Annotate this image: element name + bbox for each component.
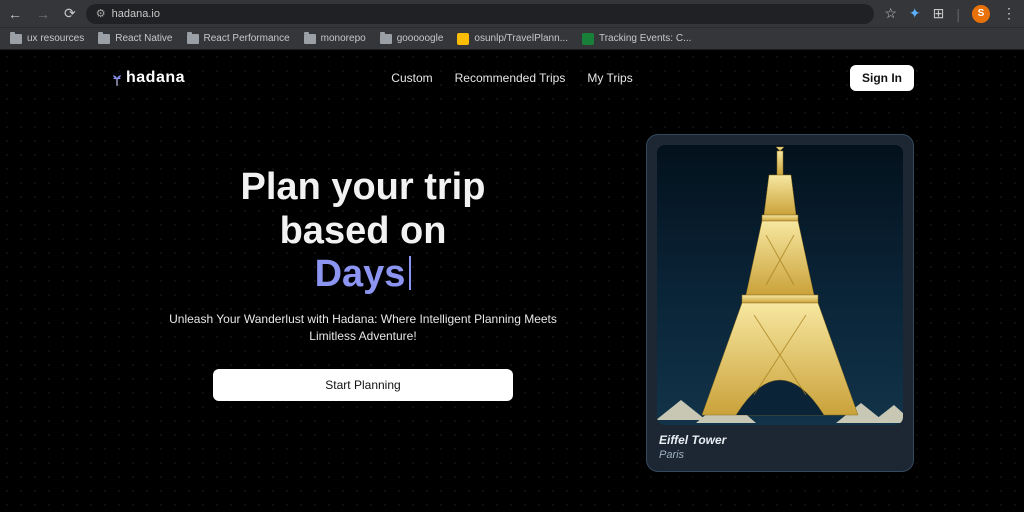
main-nav: Custom Recommended Trips My Trips bbox=[391, 71, 632, 85]
sign-in-button[interactable]: Sign In bbox=[850, 65, 914, 91]
bookmark-label: monorepo bbox=[321, 33, 366, 44]
nav-my-trips[interactable]: My Trips bbox=[587, 71, 632, 85]
bookmark-label: Tracking Events: C... bbox=[599, 33, 691, 44]
bookmark-label: ux resources bbox=[27, 33, 84, 44]
bookmark-item[interactable]: React Performance bbox=[187, 33, 290, 44]
favicon-icon bbox=[582, 33, 594, 45]
folder-icon bbox=[187, 34, 199, 44]
profile-avatar[interactable]: S bbox=[972, 5, 990, 23]
destination-city: Paris bbox=[659, 449, 901, 461]
destination-photo bbox=[657, 145, 903, 425]
hero-title-accent: Days bbox=[315, 253, 406, 297]
site-settings-icon[interactable]: ⚙ bbox=[96, 7, 106, 20]
bookmark-item[interactable]: Tracking Events: C... bbox=[582, 33, 691, 45]
hero-copy: Plan your trip based on Days Unleash You… bbox=[110, 126, 616, 472]
folder-icon bbox=[304, 34, 316, 44]
address-bar[interactable]: ⚙ hadana.io bbox=[86, 4, 875, 24]
nav-custom[interactable]: Custom bbox=[391, 71, 432, 85]
bookmark-star-icon[interactable]: ☆ bbox=[884, 5, 897, 22]
folder-icon bbox=[380, 34, 392, 44]
reload-icon[interactable]: ⟳ bbox=[64, 5, 76, 22]
page-body: hadana Custom Recommended Trips My Trips… bbox=[0, 50, 1024, 512]
browser-toolbar: ← → ⟳ ⚙ hadana.io ☆ ✦ ⊞ | S ⋮ bbox=[0, 0, 1024, 28]
back-icon[interactable]: ← bbox=[8, 6, 22, 22]
palm-tree-icon bbox=[110, 73, 124, 87]
bookmark-label: gooooogle bbox=[397, 33, 444, 44]
url-text: hadana.io bbox=[112, 8, 160, 20]
extensions-puzzle-icon[interactable]: ⊞ bbox=[933, 5, 945, 22]
typing-cursor-icon bbox=[409, 256, 411, 290]
destination-title: Eiffel Tower bbox=[659, 433, 901, 447]
bookmark-label: React Native bbox=[115, 33, 172, 44]
start-planning-button[interactable]: Start Planning bbox=[213, 369, 513, 401]
bookmark-label: osunlp/TravelPlann... bbox=[474, 33, 568, 44]
divider: | bbox=[956, 6, 960, 22]
bookmarks-bar: ux resources React Native React Performa… bbox=[0, 28, 1024, 50]
favicon-icon bbox=[457, 33, 469, 45]
folder-icon bbox=[10, 34, 22, 44]
bookmark-item[interactable]: osunlp/TravelPlann... bbox=[457, 33, 568, 45]
brand-logo[interactable]: hadana bbox=[110, 69, 185, 87]
hero-title: Plan your trip based on Days bbox=[110, 166, 616, 297]
folder-icon bbox=[98, 34, 110, 44]
extension-icon[interactable]: ✦ bbox=[909, 5, 921, 22]
site-header: hadana Custom Recommended Trips My Trips… bbox=[0, 50, 1024, 96]
nav-recommended-trips[interactable]: Recommended Trips bbox=[455, 71, 566, 85]
kebab-menu-icon[interactable]: ⋮ bbox=[1002, 5, 1016, 22]
bookmark-item[interactable]: ux resources bbox=[10, 33, 84, 44]
bookmark-item[interactable]: gooooogle bbox=[380, 33, 444, 44]
bookmark-item[interactable]: monorepo bbox=[304, 33, 366, 44]
destination-card[interactable]: Eiffel Tower Paris bbox=[646, 134, 914, 472]
brand-name: hadana bbox=[126, 69, 185, 87]
bookmark-label: React Performance bbox=[204, 33, 290, 44]
hero-title-line2: based on bbox=[280, 210, 447, 252]
eiffel-tower-icon bbox=[657, 145, 903, 425]
hero-title-line1: Plan your trip bbox=[241, 166, 486, 208]
hero-subtitle: Unleash Your Wanderlust with Hadana: Whe… bbox=[148, 311, 578, 345]
bookmark-item[interactable]: React Native bbox=[98, 33, 172, 44]
forward-icon[interactable]: → bbox=[36, 6, 50, 22]
